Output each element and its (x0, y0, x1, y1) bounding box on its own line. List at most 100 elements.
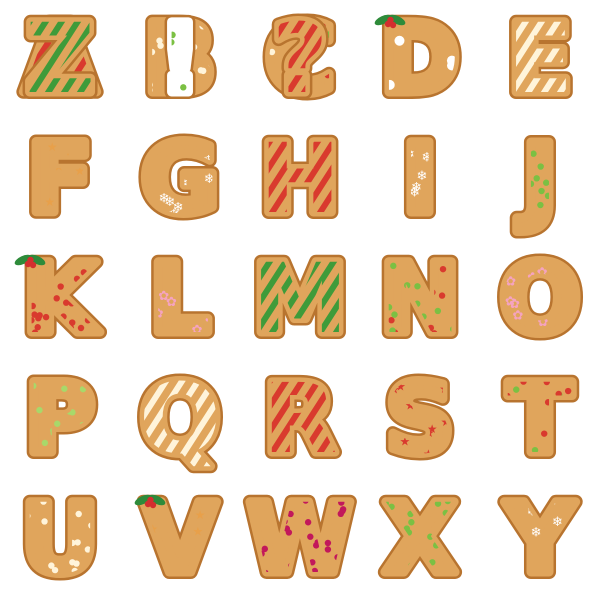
flower-icon: ✿ (537, 266, 548, 281)
sugar-dot (537, 163, 544, 170)
sugar-dot (94, 510, 99, 517)
star-icon: ★ (163, 568, 174, 582)
sugar-dot (389, 327, 396, 334)
sugar-dot (562, 409, 569, 416)
sugar-dot (581, 171, 587, 177)
sugar-dot (100, 332, 101, 340)
flower-icon: ✿ (204, 311, 215, 326)
sugar-dot (429, 559, 436, 566)
sugar-dot (564, 387, 572, 395)
snowflake-icon: ❄ (581, 506, 592, 521)
star-icon: ★ (47, 140, 58, 154)
sugar-dot (89, 573, 96, 580)
sugar-dot (101, 324, 107, 330)
snowflake-icon: ❄ (404, 148, 415, 163)
sugar-dot (338, 563, 346, 570)
sugar-dot (61, 550, 68, 557)
sugar-dot (160, 50, 167, 58)
sugar-dot (322, 509, 329, 517)
cookie-letter-s: S S S ★ ★ ★ ★ ★ ★ ★ ★ ★ ★ (378, 356, 461, 482)
sugar-dot (68, 300, 75, 307)
star-icon: ★ (439, 382, 450, 396)
sugar-dot (71, 450, 78, 457)
flower-icon: ✿ (537, 315, 548, 330)
sugar-dot (41, 518, 48, 525)
sugar-dot (307, 533, 314, 540)
sugar-dot (428, 570, 436, 577)
sugar-dot (148, 31, 154, 37)
star-icon: ★ (147, 522, 158, 536)
snowflake-icon: ❄ (428, 150, 439, 165)
cookie-letter-f: F F F ★ ★ ★ ★ ★ ★ ★ ★ ★ ★ (20, 116, 100, 242)
snowflake-icon: ❄ (225, 181, 236, 196)
sugar-dot (288, 562, 295, 569)
sugar-dot (431, 330, 438, 337)
sugar-dot (507, 449, 509, 457)
sugar-dot (391, 311, 398, 318)
flower-icon: ✿ (509, 297, 520, 312)
sugar-dot (382, 500, 390, 507)
sugar-dot (329, 573, 336, 580)
sugar-dot (84, 317, 92, 324)
sugar-dot (458, 511, 464, 517)
snowflake-icon: ❄ (177, 177, 188, 192)
sugar-dot (48, 562, 55, 569)
sugar-dot (454, 554, 458, 561)
sugar-dot (84, 546, 92, 553)
sugar-dot (28, 317, 35, 324)
sugar-dot (180, 84, 187, 91)
flower-icon: ✿ (135, 269, 146, 284)
sugar-dot (404, 282, 411, 289)
sugar-dot (147, 70, 153, 76)
sugar-dot (438, 292, 446, 299)
cookie-glyph: N (380, 243, 460, 355)
sugar-dot (549, 419, 556, 427)
sugar-dot (324, 539, 332, 547)
sugar-dot (565, 445, 572, 452)
sugar-dot (205, 18, 211, 24)
sugar-dot (302, 497, 309, 504)
sugar-dot (516, 204, 521, 211)
snowflake-icon: ❄ (583, 561, 594, 576)
star-icon: ★ (427, 422, 438, 436)
sugar-dot (144, 49, 150, 55)
sugar-dot (534, 454, 542, 461)
star-icon: ★ (209, 545, 220, 559)
sugar-dot (434, 500, 442, 507)
sugar-dot (150, 28, 156, 34)
cookie-glyph: W (247, 483, 353, 595)
sugar-dot (169, 31, 176, 39)
snowflake-icon: ❄ (456, 172, 467, 187)
snowflake-icon: ❄ (552, 515, 563, 530)
snowflake-icon: ❄ (186, 155, 197, 170)
sugar-dot (415, 321, 422, 328)
sugar-dot (12, 275, 18, 281)
sugar-dot (382, 545, 389, 553)
snowflake-icon: ❄ (173, 201, 184, 216)
sugar-dot (516, 195, 522, 202)
sugar-dot (510, 183, 516, 189)
sugar-dot (220, 72, 226, 78)
sugar-dot (209, 63, 215, 69)
sugar-dot (168, 39, 175, 46)
sugar-dot (60, 432, 67, 440)
sugar-dot (301, 550, 308, 557)
sugar-dot (304, 519, 312, 526)
sugar-dot (414, 300, 421, 307)
cookie-letter-d: DDD (360, 0, 480, 122)
sugar-dot (192, 91, 199, 98)
sugar-dot (559, 449, 566, 456)
sugar-dot (405, 529, 413, 536)
sugar-dot (31, 455, 39, 462)
sugar-dot (449, 325, 457, 333)
sugar-dot (24, 455, 28, 462)
sugar-dot (553, 440, 560, 447)
sugar-dot (530, 150, 537, 157)
sugar-dot (287, 510, 294, 518)
sugar-dot (30, 382, 37, 390)
star-icon: ★ (72, 209, 83, 223)
sugar-dot (22, 569, 29, 577)
cutout-hole (384, 79, 395, 90)
star-icon: ★ (405, 399, 416, 413)
sugar-dot (568, 396, 573, 403)
